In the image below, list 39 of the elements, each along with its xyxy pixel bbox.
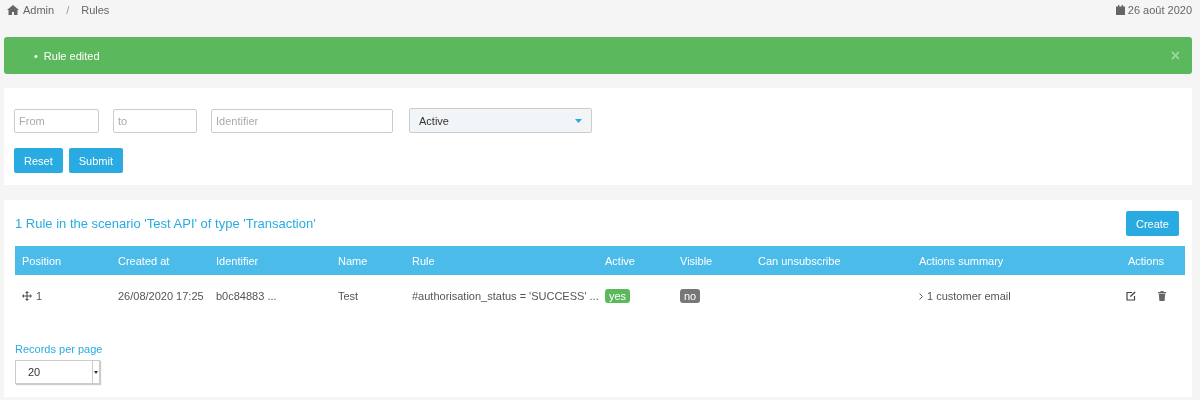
- column-header: Can unsubscribe: [758, 254, 841, 267]
- caret-icon: [94, 370, 98, 374]
- column-header: Name: [338, 254, 368, 267]
- column-header: Position: [22, 254, 62, 267]
- alert-message: Rule edited: [43, 48, 100, 63]
- column-header: Actions: [1127, 254, 1165, 267]
- records-per-page-select[interactable]: 20: [15, 360, 100, 384]
- column-header: Identifier: [216, 254, 259, 267]
- rules-heading: 1 Rule in the scenario 'Test API' of type 'Transaction': [15, 216, 316, 231]
- active-badge: yes: [605, 289, 631, 303]
- records-per-page-label: Records per page: [15, 343, 104, 355]
- date-from-field[interactable]: From: [14, 108, 99, 133]
- breadcrumb-link[interactable]: Admin: [23, 4, 55, 16]
- column-header: Active: [605, 254, 635, 267]
- column-header: Rule: [412, 254, 435, 267]
- breadcrumb-separator: /: [66, 4, 70, 16]
- name-cell: Test: [338, 290, 359, 302]
- breadcrumb-link[interactable]: Rules: [81, 4, 110, 16]
- home-icon: [7, 5, 19, 15]
- actions-summary-text: 1 customer email: [927, 290, 1011, 302]
- caret-icon: [575, 118, 582, 123]
- date-text: 26 août 2020: [1127, 4, 1192, 16]
- column-header: Visible: [680, 254, 713, 267]
- move-icon[interactable]: [22, 291, 32, 301]
- edit-icon[interactable]: [1126, 291, 1136, 301]
- position-text: 1: [36, 290, 43, 302]
- calendar-icon: [1115, 5, 1125, 15]
- chevron-icon: [919, 292, 923, 300]
- visible-badge: no: [680, 289, 701, 303]
- column-header: Actions summary: [919, 254, 1004, 267]
- status-select[interactable]: Active: [409, 108, 592, 133]
- identifier-field[interactable]: Identifier: [211, 108, 393, 133]
- rule-cell: #authorisation_status = 'SUCCESS' ...: [412, 290, 599, 302]
- date-to-field[interactable]: to: [113, 108, 197, 133]
- column-header: Created at: [118, 254, 170, 267]
- identifier-cell: b0c84883 ...: [216, 290, 277, 302]
- date-cell: 26/08/2020 17:25: [118, 290, 204, 302]
- trash-icon[interactable]: [1158, 291, 1166, 301]
- bullet-marker: •: [34, 48, 38, 63]
